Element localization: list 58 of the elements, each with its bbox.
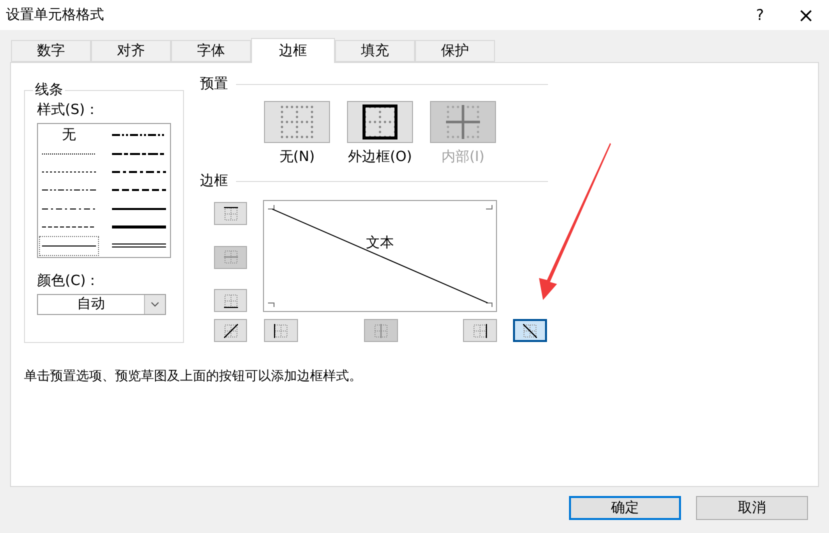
inside-border-icon	[445, 104, 481, 140]
line-style-sample	[112, 188, 166, 192]
line-style-sample	[112, 225, 166, 230]
outline-border-icon	[362, 104, 398, 140]
preview-text: 文本	[366, 234, 394, 252]
line-style-sample	[42, 244, 96, 248]
border-line-icon	[523, 324, 537, 338]
line-style-sample	[42, 170, 96, 174]
chevron-down-icon	[151, 302, 159, 307]
border-line-icon	[473, 324, 487, 338]
grid-none-icon	[279, 104, 315, 140]
border-toggle-button[interactable]	[513, 319, 547, 342]
field-label: 样式(S)：	[37, 101, 100, 119]
border-toggle-button[interactable]	[214, 319, 247, 342]
line-style-sample	[42, 188, 96, 192]
tab[interactable]: 填充	[335, 40, 415, 62]
tab[interactable]: 边框	[251, 38, 335, 63]
tab[interactable]: 字体	[171, 40, 251, 62]
line-style-sample	[112, 243, 166, 248]
section-title: 预置	[200, 75, 228, 93]
dialog-button[interactable]: 取消	[696, 496, 808, 520]
field-label: 颜色(C)：	[37, 272, 101, 290]
border-line-icon	[374, 324, 388, 338]
line-style-sample	[112, 152, 166, 156]
line-style-list[interactable]: 无	[37, 123, 171, 258]
line-style-sample	[42, 206, 96, 211]
help-button[interactable]: ?	[737, 0, 783, 30]
border-toggle-button[interactable]	[463, 319, 497, 342]
line-style-sample	[112, 133, 166, 138]
border-line-icon	[224, 294, 238, 308]
tab[interactable]: 对齐	[91, 40, 171, 62]
tab[interactable]: 数字	[11, 40, 91, 62]
line-style-option[interactable]	[40, 236, 98, 255]
dialog-button[interactable]: 确定	[569, 496, 681, 520]
group-title: 线条	[34, 81, 64, 99]
preset-label: 内部(I)	[441, 148, 485, 166]
hint-text: 单击预置选项、预览草图及上面的按钮可以添加边框样式。	[24, 368, 363, 385]
section-title: 边框	[200, 172, 228, 190]
line-style-sample	[42, 225, 96, 230]
window-title: 设置单元格格式	[6, 6, 105, 24]
close-button[interactable]: ×	[783, 0, 829, 30]
line-style-sample	[112, 170, 166, 174]
color-dropdown[interactable]: 自动	[37, 294, 166, 315]
preset-label: 外边框(O)	[348, 148, 412, 166]
border-toggle-button[interactable]	[214, 289, 247, 312]
line-style-sample	[42, 152, 96, 156]
border-line-icon	[224, 250, 238, 264]
line-style-option[interactable]: 无	[40, 126, 98, 144]
border-line-icon	[224, 324, 238, 338]
preset-button[interactable]	[347, 101, 413, 143]
border-line-icon	[274, 324, 288, 338]
border-toggle-button[interactable]	[264, 319, 298, 342]
border-preview[interactable]: 文本	[263, 200, 497, 312]
preset-label: 无(N)	[279, 148, 315, 166]
border-line-icon	[224, 206, 238, 220]
line-style-sample	[112, 206, 166, 211]
tab[interactable]: 保护	[415, 40, 495, 62]
border-toggle-button[interactable]	[214, 202, 247, 225]
